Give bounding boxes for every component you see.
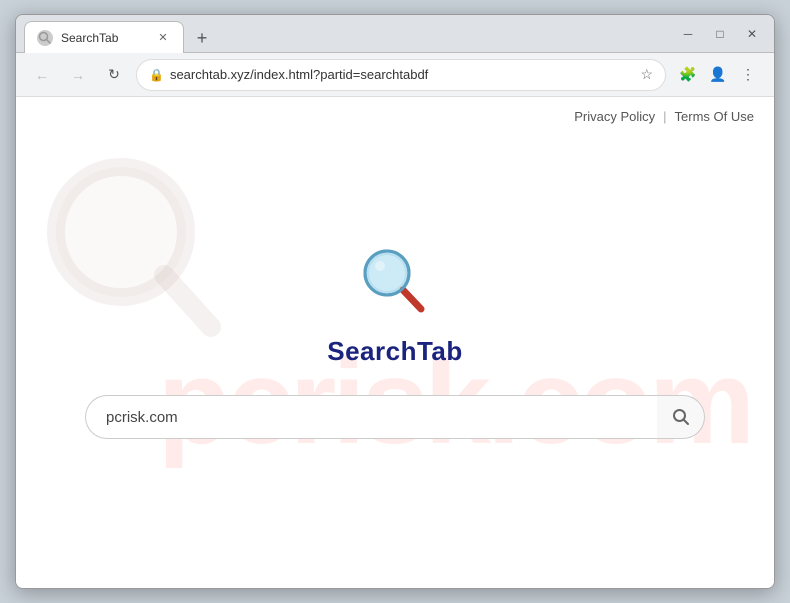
tab-area: SearchTab ✕ + bbox=[24, 15, 666, 52]
forward-button[interactable]: → bbox=[64, 61, 92, 89]
close-button[interactable]: ✕ bbox=[738, 20, 766, 48]
nav-right-buttons: 🧩 👤 ⋮ bbox=[674, 61, 762, 89]
search-input[interactable] bbox=[85, 395, 657, 439]
address-bar[interactable]: 🔒 searchtab.xyz/index.html?partid=search… bbox=[136, 59, 666, 91]
tab-favicon bbox=[37, 30, 53, 46]
search-bar-wrap bbox=[85, 395, 705, 439]
reload-button[interactable]: ↻ bbox=[100, 61, 128, 89]
title-bar: SearchTab ✕ + ─ □ ✕ bbox=[16, 15, 774, 53]
logo-icon-wrap bbox=[355, 243, 435, 328]
profile-button[interactable]: 👤 bbox=[704, 61, 732, 89]
bookmark-icon[interactable]: ☆ bbox=[640, 66, 653, 83]
minimize-button[interactable]: ─ bbox=[674, 20, 702, 48]
search-button[interactable] bbox=[657, 395, 705, 439]
main-center: SearchTab bbox=[16, 97, 774, 588]
site-name: SearchTab bbox=[327, 336, 463, 367]
nav-bar: ← → ↻ 🔒 searchtab.xyz/index.html?partid=… bbox=[16, 53, 774, 97]
restore-button[interactable]: □ bbox=[706, 20, 734, 48]
page-content: Privacy Policy | Terms Of Use pcrisk.com bbox=[16, 97, 774, 588]
extensions-button[interactable]: 🧩 bbox=[674, 61, 702, 89]
logo-magnifier-svg bbox=[355, 243, 435, 323]
back-button[interactable]: ← bbox=[28, 61, 56, 89]
browser-window: SearchTab ✕ + ─ □ ✕ ← → ↻ 🔒 searchtab.xy… bbox=[15, 14, 775, 589]
lock-icon: 🔒 bbox=[149, 68, 164, 82]
url-text: searchtab.xyz/index.html?partid=searchta… bbox=[170, 67, 634, 82]
new-tab-button[interactable]: + bbox=[188, 24, 216, 52]
window-controls: ─ □ ✕ bbox=[666, 20, 766, 48]
menu-button[interactable]: ⋮ bbox=[734, 61, 762, 89]
site-name-text: SearchTab bbox=[327, 336, 463, 366]
search-icon bbox=[672, 408, 690, 426]
tab-title-text: SearchTab bbox=[61, 31, 147, 45]
active-tab[interactable]: SearchTab ✕ bbox=[24, 21, 184, 53]
tab-close-button[interactable]: ✕ bbox=[155, 30, 171, 46]
